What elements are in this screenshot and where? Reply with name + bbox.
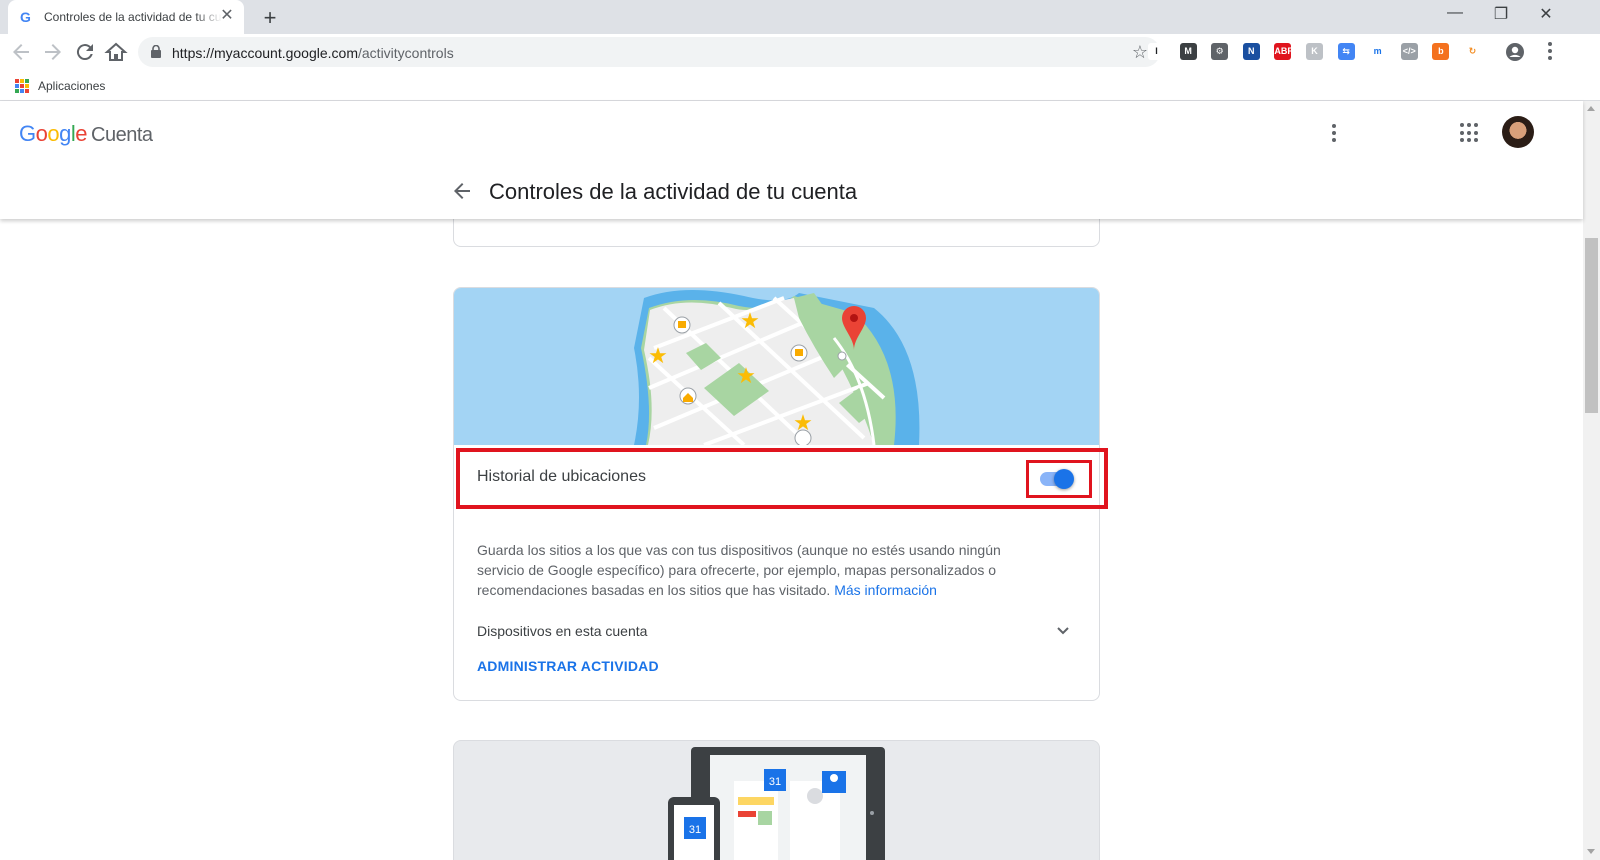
account-avatar[interactable] (1502, 116, 1534, 148)
devices-illustration: 31 31 (668, 747, 885, 860)
close-window-button[interactable]: ✕ (1523, 4, 1569, 24)
tab-strip: G Controles de la actividad de tu cuenta… (0, 0, 1600, 34)
location-history-toggle[interactable] (1038, 468, 1074, 490)
chevron-down-icon[interactable] (1055, 622, 1071, 638)
devices-expander-label[interactable]: Dispositivos en esta cuenta (477, 623, 647, 639)
google-wordmark: Google (19, 121, 88, 146)
svg-text:★: ★ (736, 363, 756, 388)
google-account-logo[interactable]: Google Cuenta (19, 121, 153, 147)
logo-letter: o (47, 121, 60, 146)
google-favicon-icon: G (20, 9, 31, 25)
scrollbar-thumb[interactable] (1585, 238, 1598, 413)
extension-icon[interactable]: ABP (1274, 43, 1293, 60)
previous-card (453, 219, 1100, 247)
next-activity-card: 31 31 (453, 740, 1100, 860)
calendar-day-large: 31 (769, 776, 781, 788)
location-history-label: Historial de ubicaciones (477, 468, 646, 485)
extension-icon[interactable]: I (1148, 43, 1165, 60)
bookmarks-bar: Aplicaciones (0, 70, 1600, 101)
extension-icon[interactable]: N (1242, 43, 1260, 60)
main-content: ★ ★ ★ ★ Historial de ubicaciones Guarda … (0, 219, 1583, 860)
account-header: Google Cuenta Controles de la actividad d… (0, 101, 1583, 219)
back-button[interactable] (9, 40, 33, 64)
home-button[interactable] (104, 40, 128, 64)
toggle-knob (1054, 469, 1074, 489)
bookmark-apps-label[interactable]: Aplicaciones (38, 79, 105, 93)
extension-icon[interactable]: ⇆ (1337, 43, 1355, 60)
logo-letter: G (19, 121, 36, 146)
tab-close-icon[interactable]: ✕ (218, 7, 236, 25)
reload-button[interactable] (73, 40, 97, 64)
profile-icon[interactable] (1505, 42, 1525, 62)
url-text: https://myaccount.google.com/activitycon… (172, 45, 454, 61)
extension-icon[interactable]: ↻ (1464, 43, 1481, 60)
logo-letter: e (75, 121, 88, 146)
more-options-icon[interactable] (1326, 121, 1342, 145)
restore-button[interactable]: ❐ (1478, 4, 1524, 24)
browser-toolbar: https://myaccount.google.com/activitycon… (0, 34, 1600, 70)
logo-letter: o (35, 121, 48, 146)
scroll-down-arrow-icon[interactable] (1587, 849, 1595, 854)
browser-tab[interactable]: G Controles de la actividad de tu cuenta… (8, 0, 244, 34)
tab-title: Controles de la actividad de tu cuenta (44, 10, 222, 24)
map-illustration: ★ ★ ★ ★ (454, 288, 1099, 445)
svg-text:★: ★ (740, 308, 760, 333)
google-apps-icon[interactable] (1460, 123, 1480, 143)
extension-icon[interactable]: m (1369, 43, 1387, 60)
extension-icon[interactable]: </> (1400, 43, 1418, 60)
new-tab-button[interactable]: + (258, 5, 282, 31)
logo-suffix: Cuenta (91, 124, 153, 146)
location-history-row: Historial de ubicaciones (454, 445, 1099, 515)
browser-menu-icon[interactable] (1548, 42, 1552, 60)
apps-grid-icon[interactable] (15, 79, 29, 93)
more-info-link[interactable]: Más información (834, 582, 937, 598)
address-bar[interactable]: https://myaccount.google.com/activitycon… (138, 37, 1160, 67)
location-history-card: ★ ★ ★ ★ Historial de ubicaciones Guarda … (453, 287, 1100, 701)
extension-icon[interactable]: b (1432, 43, 1450, 60)
calendar-day-small: 31 (689, 824, 701, 836)
page-title: Controles de la actividad de tu cuenta (489, 179, 858, 204)
logo-letter: g (59, 121, 71, 146)
manage-activity-button[interactable]: ADMINISTRAR ACTIVIDAD (477, 658, 659, 674)
bookmark-star-icon[interactable]: ☆ (1132, 42, 1148, 63)
page-scrollbar[interactable] (1583, 101, 1600, 860)
extension-icon[interactable]: M (1179, 43, 1197, 60)
minimize-button[interactable]: — (1432, 4, 1478, 22)
location-history-description: Guarda los sitios a los que vas con tus … (477, 540, 1017, 600)
extension-icon[interactable]: ⚙ (1211, 43, 1229, 60)
scroll-up-arrow-icon[interactable] (1587, 106, 1595, 111)
forward-button[interactable] (41, 40, 65, 64)
back-arrow-icon[interactable] (450, 179, 474, 203)
svg-text:★: ★ (648, 343, 668, 368)
extension-icon[interactable]: K (1306, 43, 1323, 60)
lock-icon (151, 45, 161, 58)
